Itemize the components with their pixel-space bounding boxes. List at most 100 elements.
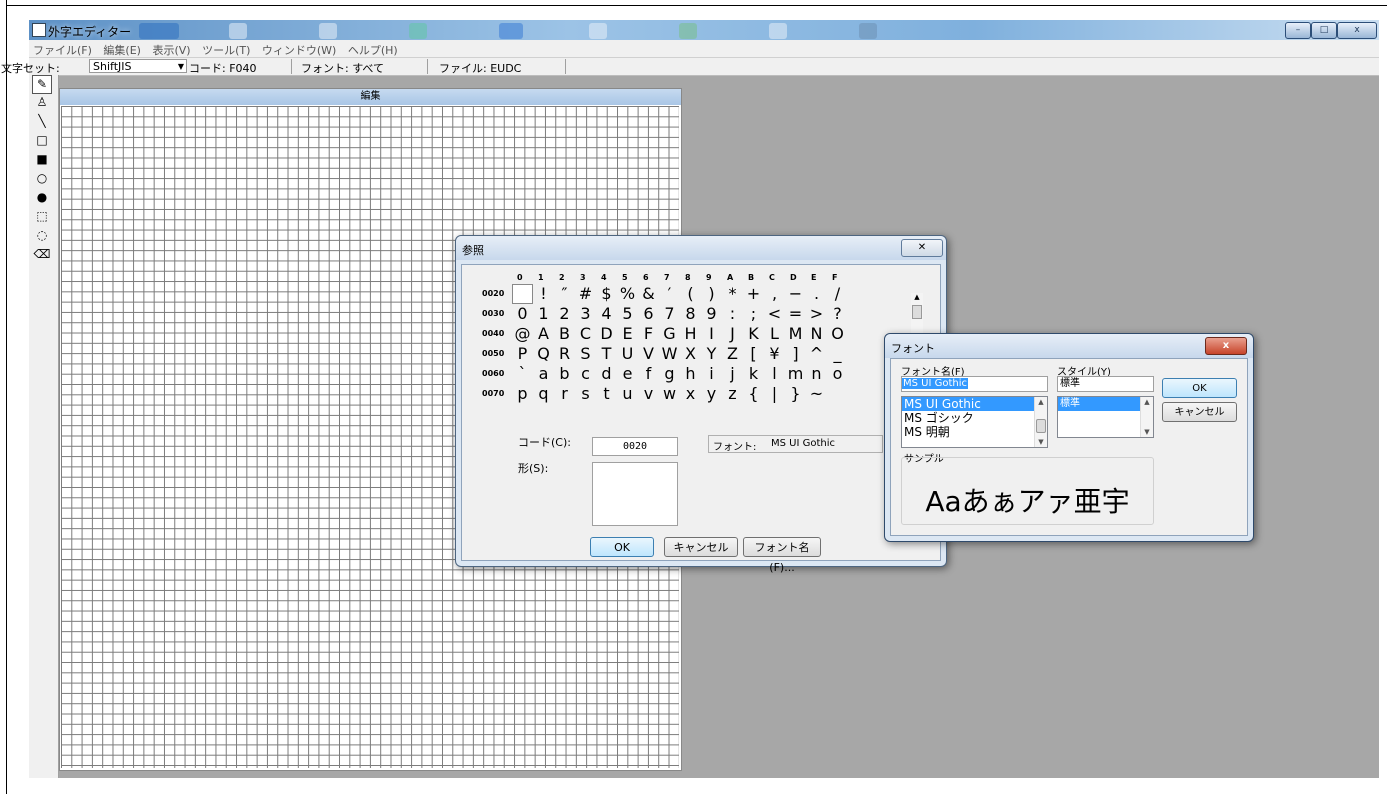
character-cell[interactable]: G xyxy=(659,324,680,344)
character-cell[interactable]: , xyxy=(764,284,785,304)
character-cell[interactable]: / xyxy=(827,284,848,304)
font-list-item[interactable]: MS 明朝 xyxy=(902,425,1047,439)
menu-tools[interactable]: ツール(T) xyxy=(198,40,254,58)
menu-view[interactable]: 表示(V) xyxy=(148,40,194,58)
brush-tool[interactable]: ♙ xyxy=(33,94,51,111)
character-cell[interactable]: U xyxy=(617,344,638,364)
character-cell[interactable] xyxy=(827,384,848,404)
character-cell[interactable]: w xyxy=(659,384,680,404)
pencil-tool[interactable]: ✎ xyxy=(32,75,52,94)
character-cell[interactable]: C xyxy=(575,324,596,344)
character-cell[interactable]: S xyxy=(575,344,596,364)
hollow-rectangle-tool[interactable]: □ xyxy=(33,132,51,149)
character-cell[interactable]: < xyxy=(764,304,785,324)
character-cell[interactable]: $ xyxy=(596,284,617,304)
character-cell[interactable]: ( xyxy=(680,284,701,304)
character-cell[interactable]: R xyxy=(554,344,575,364)
character-cell[interactable]: X xyxy=(680,344,701,364)
menu-edit[interactable]: 編集(E) xyxy=(99,40,145,58)
maximize-button[interactable]: □ xyxy=(1311,22,1337,39)
character-cell[interactable]: ; xyxy=(743,304,764,324)
character-cell[interactable]: ′ xyxy=(659,284,680,304)
character-cell[interactable]: ¥ xyxy=(764,344,785,364)
character-cell[interactable]: e xyxy=(617,364,638,384)
menu-help[interactable]: ヘルプ(H) xyxy=(344,40,402,58)
character-cell[interactable]: E xyxy=(617,324,638,344)
character-cell[interactable]: c xyxy=(575,364,596,384)
character-cell[interactable]: F xyxy=(638,324,659,344)
font-list-item[interactable]: MS UI Gothic xyxy=(902,397,1047,411)
eraser-tool[interactable]: ⌫ xyxy=(33,246,51,263)
character-cell[interactable]: L xyxy=(764,324,785,344)
character-cell[interactable]: Q xyxy=(533,344,554,364)
character-cell[interactable]: : xyxy=(722,304,743,324)
font-name-button[interactable]: フォント名(F)... xyxy=(743,537,821,574)
filled-ellipse-tool[interactable]: ● xyxy=(33,189,51,206)
reference-close-button[interactable]: ✕ xyxy=(901,239,943,257)
character-cell[interactable]: J xyxy=(722,324,743,344)
line-tool[interactable]: ╲ xyxy=(33,113,51,130)
character-cell[interactable]: j xyxy=(722,364,743,384)
character-cell[interactable]: { xyxy=(743,384,764,404)
character-cell[interactable]: z xyxy=(722,384,743,404)
character-cell[interactable]: . xyxy=(806,284,827,304)
character-cell[interactable]: * xyxy=(722,284,743,304)
character-cell[interactable]: = xyxy=(785,304,806,324)
minimize-button[interactable]: – xyxy=(1285,22,1311,39)
cancel-button[interactable]: キャンセル xyxy=(664,537,738,557)
ok-button[interactable]: OK xyxy=(590,537,654,557)
character-cell[interactable]: > xyxy=(806,304,827,324)
character-cell[interactable]: 6 xyxy=(638,304,659,324)
character-cell[interactable]: 0 xyxy=(512,304,533,324)
character-cell[interactable]: + xyxy=(743,284,764,304)
character-cell[interactable]: _ xyxy=(827,344,848,364)
font-list-scrollbar[interactable]: ▲ ▼ xyxy=(1034,397,1047,447)
menu-file[interactable]: ファイル(F) xyxy=(29,40,96,58)
scroll-up-icon[interactable]: ▲ xyxy=(911,293,923,303)
character-cell[interactable]: Z xyxy=(722,344,743,364)
character-cell[interactable]: A xyxy=(533,324,554,344)
character-cell[interactable]: ` xyxy=(512,364,533,384)
filled-rectangle-tool[interactable]: ■ xyxy=(33,151,51,168)
scroll-up-icon[interactable]: ▲ xyxy=(1035,397,1047,407)
freeform-selection-tool[interactable]: ◌ xyxy=(33,227,51,244)
character-cell[interactable]: r xyxy=(554,384,575,404)
font-cancel-button[interactable]: キャンセル xyxy=(1162,402,1237,422)
character-cell[interactable]: q xyxy=(533,384,554,404)
character-cell[interactable]: i xyxy=(701,364,722,384)
character-cell[interactable] xyxy=(512,284,533,304)
scroll-down-icon[interactable]: ▼ xyxy=(1141,427,1153,437)
character-cell[interactable]: u xyxy=(617,384,638,404)
font-ok-button[interactable]: OK xyxy=(1162,378,1237,398)
hollow-ellipse-tool[interactable]: ○ xyxy=(33,170,51,187)
character-cell[interactable]: [ xyxy=(743,344,764,364)
character-cell[interactable]: P xyxy=(512,344,533,364)
code-field[interactable]: 0020 xyxy=(592,437,678,456)
character-cell[interactable]: D xyxy=(596,324,617,344)
character-cell[interactable]: v xyxy=(638,384,659,404)
font-name-input[interactable]: MS UI Gothic xyxy=(901,376,1048,392)
character-cell[interactable]: K xyxy=(743,324,764,344)
character-cell[interactable]: f xyxy=(638,364,659,384)
character-cell[interactable]: 1 xyxy=(533,304,554,324)
character-cell[interactable]: h xyxy=(680,364,701,384)
style-list-item[interactable]: 標準 xyxy=(1058,397,1153,411)
menu-window[interactable]: ウィンドウ(W) xyxy=(258,40,340,58)
character-cell[interactable]: l xyxy=(764,364,785,384)
character-cell[interactable]: a xyxy=(533,364,554,384)
style-list[interactable]: 標準 ▲ ▼ xyxy=(1057,396,1154,438)
character-cell[interactable]: 3 xyxy=(575,304,596,324)
character-cell[interactable]: b xyxy=(554,364,575,384)
scroll-thumb[interactable] xyxy=(1036,419,1046,433)
character-cell[interactable]: t xyxy=(596,384,617,404)
style-list-scrollbar[interactable]: ▲ ▼ xyxy=(1140,397,1153,437)
character-cell[interactable]: ~ xyxy=(806,384,827,404)
character-cell[interactable]: 5 xyxy=(617,304,638,324)
close-button[interactable]: x xyxy=(1337,22,1377,39)
character-cell[interactable]: V xyxy=(638,344,659,364)
character-cell[interactable]: B xyxy=(554,324,575,344)
character-cell[interactable]: H xyxy=(680,324,701,344)
character-cell[interactable]: W xyxy=(659,344,680,364)
character-cell[interactable]: @ xyxy=(512,324,533,344)
character-cell[interactable]: − xyxy=(785,284,806,304)
